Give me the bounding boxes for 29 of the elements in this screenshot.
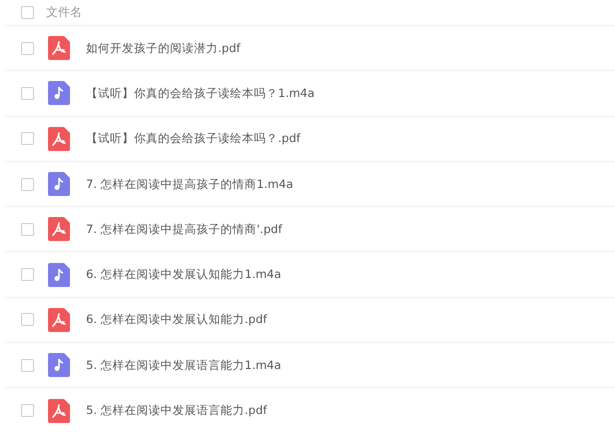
file-name[interactable]: 6. 怎样在阅读中发展认知能力1.m4a bbox=[86, 267, 282, 282]
file-name[interactable]: 5. 怎样在阅读中发展语言能力.pdf bbox=[86, 403, 267, 418]
row-checkbox[interactable] bbox=[21, 268, 34, 282]
row-checkbox[interactable] bbox=[21, 86, 34, 100]
row-checkbox[interactable] bbox=[21, 358, 34, 372]
row-checkbox[interactable] bbox=[21, 313, 34, 326]
file-name[interactable]: 7. 怎样在阅读中提高孩子的情商'.pdf bbox=[86, 222, 282, 237]
pdf-file-icon bbox=[48, 308, 70, 332]
row-checkbox[interactable] bbox=[21, 132, 34, 146]
file-name[interactable]: 【试听】你真的会给孩子读绘本吗？1.m4a bbox=[86, 86, 315, 101]
pdf-file-icon bbox=[48, 217, 70, 242]
row-checkbox[interactable] bbox=[21, 42, 34, 55]
file-name[interactable]: 5. 怎样在阅读中发展语言能力1.m4a bbox=[86, 358, 282, 373]
row-checkbox[interactable] bbox=[21, 404, 34, 418]
file-name[interactable]: 7. 怎样在阅读中提高孩子的情商1.m4a bbox=[86, 176, 294, 192]
row-checkbox[interactable] bbox=[21, 222, 34, 236]
pdf-file-icon bbox=[48, 126, 70, 151]
file-name[interactable]: 如何开发孩子的阅读潜力.pdf bbox=[86, 40, 240, 56]
column-header: 文件名 bbox=[46, 4, 82, 21]
file-name[interactable]: 【试听】你真的会给孩子读绘本吗？.pdf bbox=[86, 131, 300, 146]
select-all-checkbox[interactable] bbox=[21, 6, 34, 19]
row-checkbox[interactable] bbox=[21, 178, 34, 191]
music-file-icon bbox=[48, 172, 70, 196]
music-file-icon bbox=[48, 353, 70, 378]
music-file-icon bbox=[48, 81, 70, 106]
pdf-file-icon bbox=[48, 36, 70, 60]
file-name[interactable]: 6. 怎样在阅读中发展认知能力.pdf bbox=[86, 312, 267, 328]
music-file-icon bbox=[48, 262, 70, 287]
pdf-file-icon bbox=[48, 398, 70, 423]
